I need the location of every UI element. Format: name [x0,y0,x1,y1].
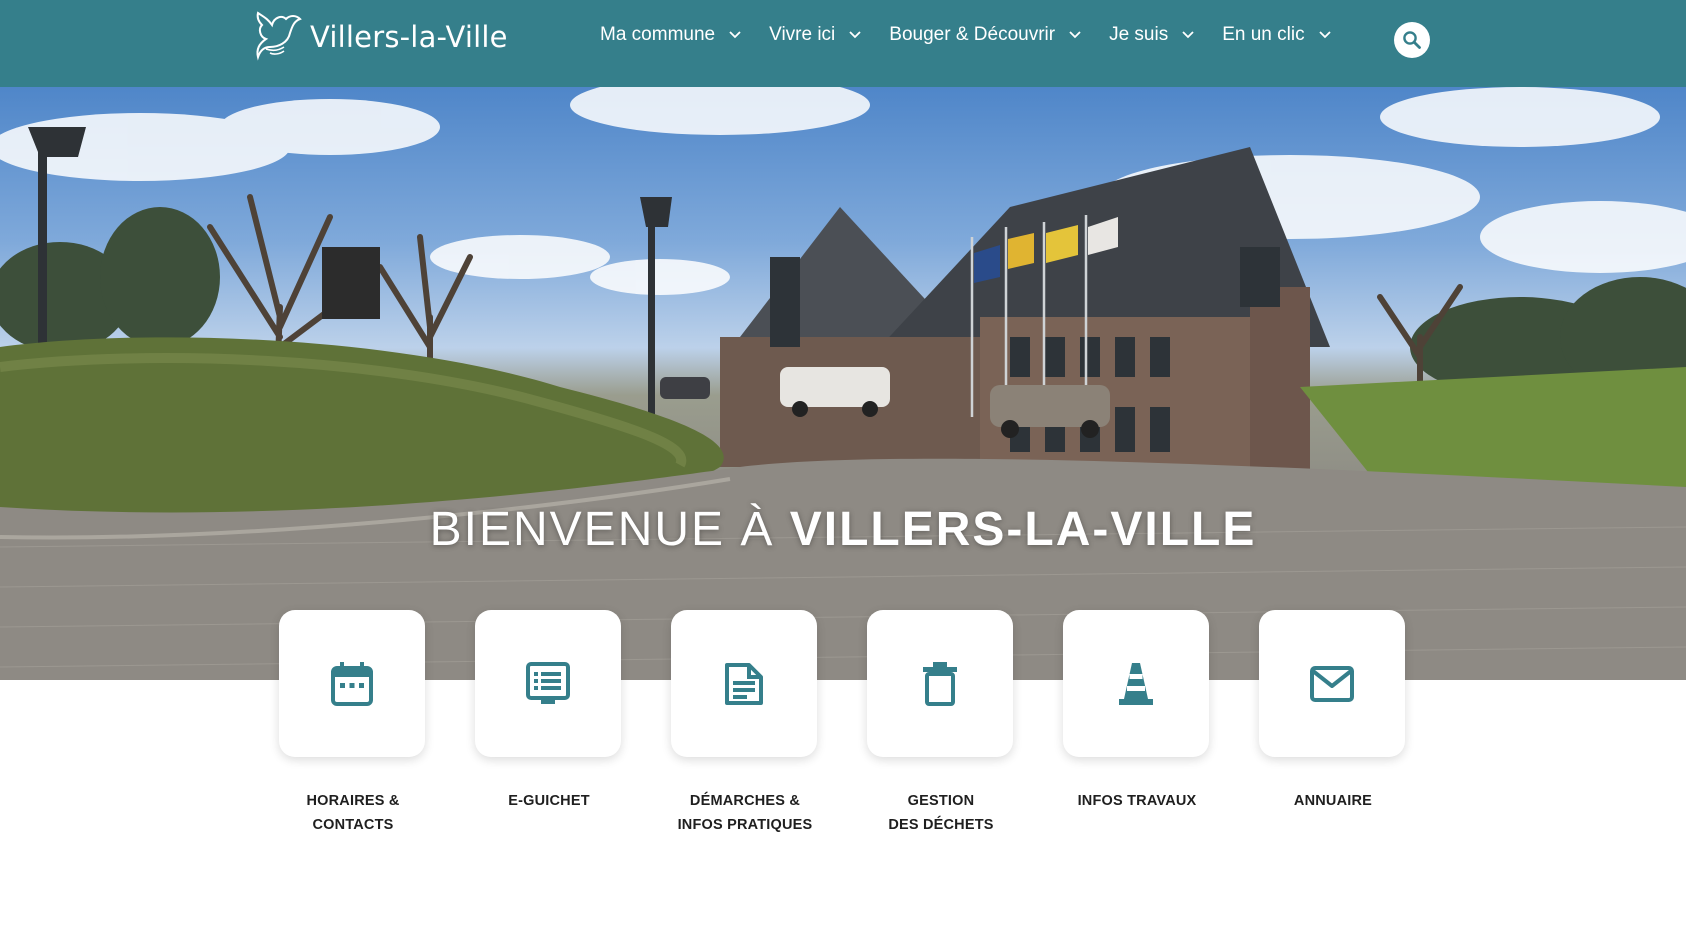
document-icon [725,662,763,705]
quick-link-eguichet-label[interactable]: E-GUICHET [449,790,649,814]
chevron-down-icon [1318,31,1331,39]
calendar-icon [331,661,373,706]
trash-icon [923,661,957,706]
nav-item-je-suis[interactable]: Je suis [1109,24,1194,46]
quick-link-annuaire-label[interactable]: ANNUAIRE [1233,790,1433,814]
nav-item-label: Ma commune [600,24,716,45]
quick-link-travaux-label[interactable]: INFOS TRAVAUX [1037,790,1237,814]
quick-link-dechets-label[interactable]: GESTION DES DÉCHETS [841,790,1041,837]
quick-link-horaires-label[interactable]: HORAIRES & CONTACTS [253,790,453,837]
nav-item-vivre-ici[interactable]: Vivre ici [769,24,861,46]
hero-title-light: BIENVENUE À [429,503,790,556]
dove-logo-icon [256,11,302,61]
mail-icon [1310,665,1354,702]
nav-item-bouger-decouvrir[interactable]: Bouger & Découvrir [889,24,1081,46]
nav-item-ma-commune[interactable]: Ma commune [600,24,741,46]
main-nav: Ma commune Vivre ici Bouger & Découvrir … [600,24,1359,46]
site-logo[interactable]: Villers-la-Ville [252,6,508,62]
search-button[interactable] [1394,22,1430,58]
quick-link-demarches-card[interactable] [671,610,817,757]
quick-link-dechets-card[interactable] [867,610,1013,757]
nav-item-label: Vivre ici [769,24,836,45]
quick-link-eguichet-card[interactable] [475,610,621,757]
chevron-down-icon [1069,31,1081,39]
hero-title: BIENVENUE À VILLERS-LA-VILLE [0,502,1686,557]
traffic-cone-icon [1119,662,1153,705]
nav-item-label: Bouger & Découvrir [889,24,1056,45]
hero-banner: BIENVENUE À VILLERS-LA-VILLE [0,87,1686,680]
town-hall-photo [0,87,1686,680]
quick-link-annuaire-card[interactable] [1259,610,1405,757]
search-icon [1403,31,1421,49]
hero-title-bold: VILLERS-LA-VILLE [789,503,1257,556]
quick-link-horaires-card[interactable] [279,610,425,757]
chevron-down-icon [729,31,741,39]
quick-link-demarches-label[interactable]: DÉMARCHES & INFOS PRATIQUES [645,790,845,837]
nav-item-en-un-clic[interactable]: En un clic [1222,24,1331,46]
quick-link-travaux-card[interactable] [1063,610,1209,757]
chevron-down-icon [849,31,861,39]
nav-item-label: Je suis [1109,24,1169,45]
site-name: Villers-la-Ville [310,20,508,54]
nav-item-label: En un clic [1222,24,1305,45]
list-document-icon [526,661,570,704]
chevron-down-icon [1182,31,1194,39]
site-header: Villers-la-Ville Ma commune Vivre ici Bo… [0,0,1686,87]
